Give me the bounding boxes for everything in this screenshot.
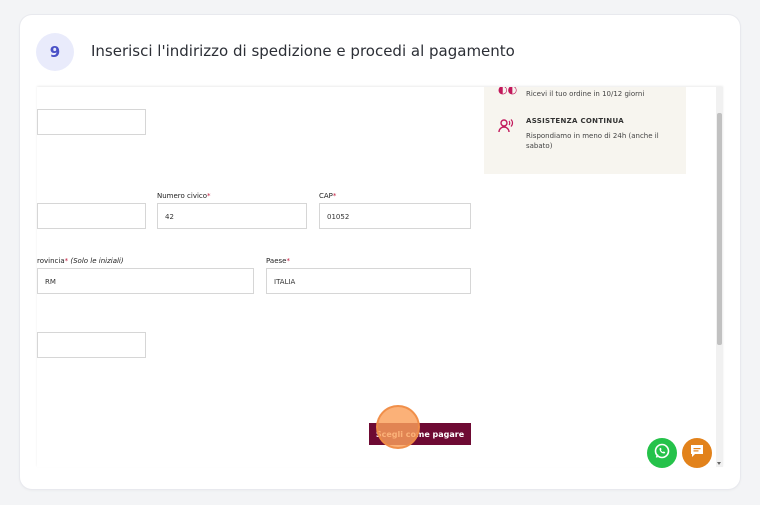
whatsapp-button[interactable] [647, 438, 677, 468]
street-field-partial[interactable] [37, 203, 146, 229]
scroll-down-arrow-icon[interactable] [717, 462, 721, 465]
headset-icon [498, 118, 514, 137]
numero-civico-label: Numero civico* [157, 192, 211, 200]
choose-payment-button[interactable]: Scegli come pagare [369, 423, 471, 445]
chat-bubble-icon [689, 443, 705, 464]
step-title: Inserisci l'indirizzo di spedizione e pr… [91, 42, 515, 60]
step-number-badge: 9 [36, 33, 74, 71]
phone-field-partial[interactable] [37, 332, 146, 358]
cap-label: CAP* [319, 192, 337, 200]
support-heading: ASSISTENZA CONTINUA [526, 117, 624, 125]
checkout-screenshot: Numero civico* 42 CAP* 01052 rovincia* (… [37, 87, 723, 467]
provincia-input[interactable]: RM [37, 268, 254, 294]
paese-label: Paese* [266, 257, 290, 265]
tutorial-step-card: 9 Inserisci l'indirizzo di spedizione e … [20, 15, 740, 489]
whatsapp-icon [653, 442, 671, 465]
provincia-label: rovincia* (Solo le iniziali) [37, 257, 124, 265]
support-text: Rispondiamo in meno di 24h (anche il sab… [526, 132, 659, 150]
truck-icon: ◐◐ [498, 87, 518, 96]
paese-input[interactable]: ITALIA [266, 268, 471, 294]
address-field-partial[interactable] [37, 109, 146, 135]
chat-button[interactable] [682, 438, 712, 468]
shipping-info-box: ◐◐ Ricevi il tuo ordine in 10/12 giorni … [484, 87, 686, 174]
delivery-text: Ricevi il tuo ordine in 10/12 giorni [526, 90, 645, 98]
cap-input[interactable]: 01052 [319, 203, 471, 229]
page-scrollbar[interactable] [716, 87, 723, 467]
scrollbar-thumb[interactable] [717, 113, 722, 345]
numero-civico-input[interactable]: 42 [157, 203, 307, 229]
